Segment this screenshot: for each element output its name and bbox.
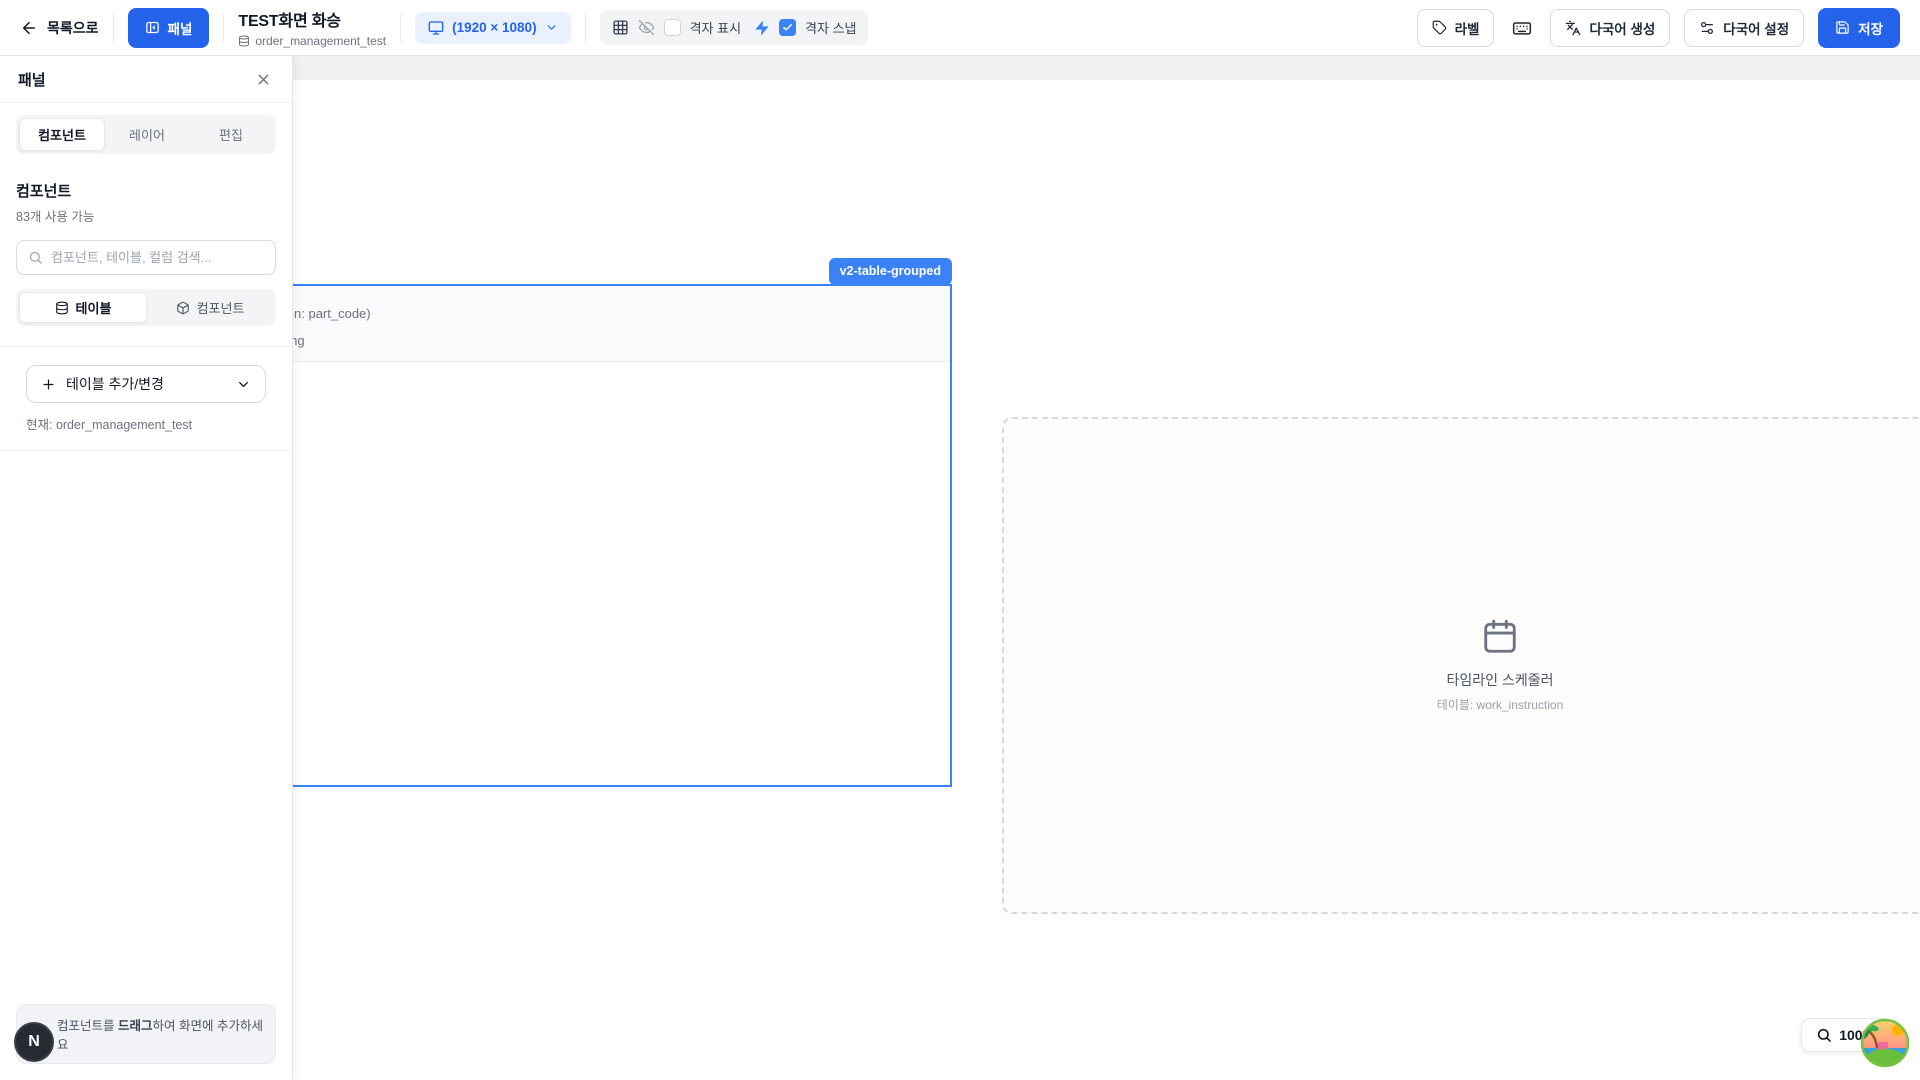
database-icon (238, 35, 250, 47)
i18n-settings-button[interactable]: 다국어 설정 (1684, 9, 1804, 47)
grid-options-group: 격자 표시 격자 스냅 (600, 10, 869, 45)
eye-off-icon[interactable] (638, 19, 655, 36)
keyboard-shortcuts-button[interactable] (1508, 14, 1536, 42)
panel-title: 패널 (18, 69, 46, 90)
i18n-generate-button[interactable]: 다국어 생성 (1550, 9, 1670, 47)
divider (400, 14, 401, 42)
timeline-scheduler-placeholder[interactable]: 타임라인 스케줄러 테이블: work_instruction (1002, 417, 1920, 914)
panel-button-label: 패널 (168, 18, 193, 38)
toggle-components-label: 컴포넌트 (197, 298, 245, 317)
close-icon[interactable] (253, 69, 274, 90)
database-icon (55, 301, 69, 315)
save-button-text: 저장 (1858, 18, 1883, 38)
back-label: 목록으로 (47, 18, 99, 38)
component-panel: 패널 컴포넌트 레이어 편집 컴포넌트 83개 사용 가능 (0, 56, 293, 1080)
back-to-list-button[interactable]: 목록으로 (20, 18, 99, 38)
placeholder-title: 타임라인 스케줄러 (1447, 670, 1554, 690)
divider (585, 14, 586, 42)
selection-badge: v2-table-grouped (829, 258, 952, 285)
grid-snap-checkbox[interactable] (779, 19, 796, 36)
grid-icon[interactable] (612, 19, 629, 36)
toggle-tables[interactable]: 테이블 (19, 292, 147, 323)
bound-table-name: order_management_test (255, 34, 386, 48)
add-table-label: 테이블 추가/변경 (66, 374, 164, 394)
tab-edit[interactable]: 편집 (189, 118, 273, 151)
resolution-selector[interactable]: (1920 × 1080) (415, 12, 570, 44)
placeholder-subtitle: 테이블: work_instruction (1437, 696, 1564, 713)
search-icon (28, 250, 43, 265)
settings-sliders-icon (1699, 20, 1715, 36)
languages-icon (1565, 20, 1581, 36)
tab-layers[interactable]: 레이어 (105, 118, 189, 151)
toggle-components[interactable]: 컴포넌트 (147, 292, 273, 323)
arrow-left-icon (20, 19, 38, 37)
label-button-text: 라벨 (1455, 18, 1480, 38)
grid-show-checkbox[interactable] (664, 19, 681, 36)
component-search[interactable] (16, 240, 276, 275)
divider (223, 14, 224, 42)
calendar-icon (1481, 618, 1519, 656)
collaborator-avatar: N (14, 1022, 54, 1062)
components-count: 83개 사용 가능 (16, 206, 276, 225)
i18n-generate-text: 다국어 생성 (1589, 18, 1655, 38)
i18n-settings-text: 다국어 설정 (1723, 18, 1789, 38)
drag-hint: 컴포넌트를 드래그하여 화면에 추가하세요 (16, 1004, 276, 1064)
save-icon (1835, 20, 1850, 35)
chevron-down-icon (545, 21, 558, 34)
current-table-label: 현재: order_management_test (26, 414, 266, 433)
panel-toggle-button[interactable]: 패널 (128, 8, 210, 48)
components-section-title: 컴포넌트 (16, 180, 276, 201)
add-table-button[interactable]: 테이블 추가/변경 (26, 365, 266, 403)
label-button[interactable]: 라벨 (1417, 9, 1495, 47)
tropical-island-sticker (1860, 1018, 1910, 1068)
monitor-icon (428, 20, 444, 36)
save-button[interactable]: 저장 (1818, 8, 1900, 48)
panel-left-icon (145, 20, 160, 35)
panel-tabbar: 컴포넌트 레이어 편집 (16, 115, 276, 154)
package-icon (176, 301, 190, 315)
chevron-down-icon (236, 377, 251, 392)
grid-show-label: 격자 표시 (690, 18, 741, 37)
zap-icon (754, 20, 770, 36)
magnifier-icon (1816, 1027, 1832, 1043)
search-input[interactable] (51, 250, 264, 265)
toggle-tables-label: 테이블 (76, 298, 112, 317)
plus-icon (41, 377, 56, 392)
tab-components[interactable]: 컴포넌트 (19, 118, 105, 151)
top-toolbar: 목록으로 패널 TEST화면 화승 order_management_test (0, 0, 1920, 56)
source-toggle: 테이블 컴포넌트 (16, 289, 276, 326)
tag-icon (1432, 20, 1447, 35)
divider (113, 14, 114, 42)
resolution-value: (1920 × 1080) (452, 20, 536, 35)
grid-snap-label: 격자 스냅 (805, 18, 856, 37)
screen-title: TEST화면 화승 (238, 7, 386, 31)
